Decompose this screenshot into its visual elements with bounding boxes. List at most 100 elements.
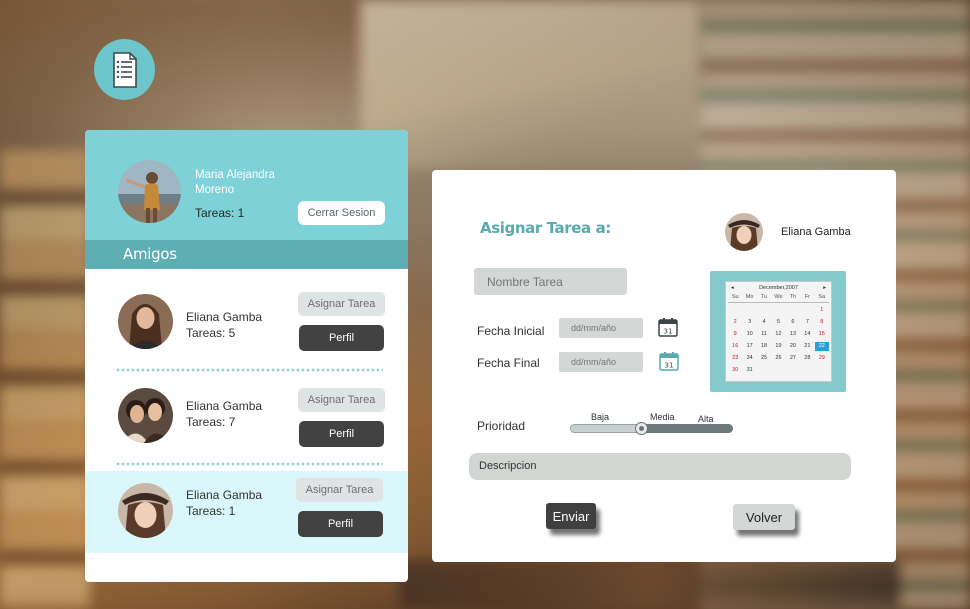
weekday-header: Fr	[800, 293, 815, 303]
priority-label: Prioridad	[477, 419, 526, 433]
end-date-calendar-icon[interactable]: 31	[659, 351, 679, 371]
day-cell[interactable]: 23	[728, 354, 742, 363]
date-grid: Su Mo Tu We Th Fr Sa 1 2 3 4 5 6 7 8 9 10 11 12 13 14 15 16 17 1…	[726, 293, 831, 375]
day-cell[interactable]: 15	[815, 330, 829, 339]
weekday-header: Mo	[742, 293, 757, 303]
friend-avatar[interactable]	[118, 388, 173, 443]
send-button[interactable]: Enviar	[546, 503, 596, 529]
next-month-button[interactable]: ▸	[823, 285, 826, 291]
weekday-header: Th	[785, 293, 801, 303]
friend-task-count: Tareas: 7	[186, 415, 236, 429]
start-date-input[interactable]	[559, 318, 643, 338]
end-date-input[interactable]	[559, 352, 643, 372]
day-cell[interactable]: 19	[771, 342, 785, 351]
priority-high-label: Alta	[698, 414, 714, 424]
day-cell[interactable]: 8	[815, 318, 829, 327]
day-cell[interactable]: 11	[757, 330, 771, 339]
friend-name: Eliana Gamba	[186, 488, 263, 502]
day-cell[interactable]: 25	[757, 354, 771, 363]
friend-item-selected: Eliana Gamba Tareas: 1 Asignar Tarea Per…	[85, 471, 408, 553]
empty-day-cell	[771, 306, 785, 315]
app-logo[interactable]	[94, 39, 155, 100]
date-picker[interactable]: ◂ December,2007 ▸ Su Mo Tu We Th Fr Sa 1 2 3 4 5 6 7 8…	[725, 281, 832, 382]
friend-item: Eliana Gamba Tareas: 7 Asignar Tarea Per…	[85, 376, 408, 458]
assign-task-title: Asignar Tarea a:	[480, 219, 611, 237]
user-panel: Maria Alejandra Moreno Tareas: 1 Cerrar …	[85, 130, 408, 582]
current-user-avatar[interactable]	[118, 160, 181, 223]
empty-day-cell	[757, 306, 771, 315]
back-button[interactable]: Volver	[733, 504, 795, 530]
empty-day-cell	[786, 306, 800, 315]
date-picker-frame: ◂ December,2007 ▸ Su Mo Tu We Th Fr Sa 1 2 3 4 5 6 7 8…	[710, 271, 846, 392]
selected-day-cell[interactable]: 22	[814, 342, 829, 351]
weekday-header: We	[771, 293, 786, 303]
prev-month-button[interactable]: ◂	[731, 285, 734, 291]
current-user-name: Maria Alejandra Moreno	[195, 169, 275, 196]
start-date-calendar-icon[interactable]: 31	[658, 317, 678, 337]
assign-task-button[interactable]: Asignar Tarea	[296, 478, 383, 502]
day-cell[interactable]: 9	[728, 330, 742, 339]
priority-slider-fill	[641, 424, 733, 433]
svg-text:31: 31	[664, 328, 673, 336]
day-cell[interactable]: 3	[742, 318, 756, 327]
start-date-label: Fecha Inicial	[477, 324, 545, 338]
profile-button[interactable]: Perfil	[298, 511, 383, 537]
end-date-label: Fecha Final	[477, 356, 540, 370]
day-cell[interactable]: 21	[800, 342, 814, 351]
friend-task-count: Tareas: 1	[186, 504, 236, 518]
friend-name: Eliana Gamba	[186, 310, 263, 324]
assign-task-panel: Asignar Tarea a: Eliana Gamba Fecha Inic…	[432, 170, 896, 562]
priority-medium-label: Media	[650, 412, 675, 422]
weekday-header: Sa	[814, 293, 829, 303]
target-user-name: Eliana Gamba	[781, 226, 851, 238]
day-cell[interactable]: 12	[771, 330, 785, 339]
target-user-avatar[interactable]	[725, 213, 763, 251]
profile-button[interactable]: Perfil	[299, 421, 384, 447]
day-cell[interactable]: 29	[815, 354, 829, 363]
task-list-icon	[112, 51, 137, 88]
assign-task-button[interactable]: Asignar Tarea	[298, 292, 385, 316]
friend-item: Eliana Gamba Tareas: 5 Asignar Tarea Per…	[85, 280, 408, 362]
day-cell[interactable]: 1	[815, 306, 829, 315]
day-cell[interactable]: 18	[757, 342, 771, 351]
priority-low-label: Baja	[591, 412, 610, 422]
task-name-input[interactable]	[474, 268, 627, 295]
weekday-header: Tu	[756, 293, 772, 303]
list-divider	[116, 368, 383, 372]
svg-text:31: 31	[665, 362, 674, 370]
day-cell[interactable]: 2	[728, 318, 742, 327]
day-cell[interactable]: 14	[800, 330, 814, 339]
assign-task-button[interactable]: Asignar Tarea	[298, 388, 385, 412]
friend-avatar[interactable]	[118, 294, 173, 349]
day-cell[interactable]: 4	[757, 318, 771, 327]
priority-slider-handle[interactable]	[635, 422, 648, 435]
friend-name: Eliana Gamba	[186, 399, 263, 413]
profile-header: Maria Alejandra Moreno Tareas: 1 Cerrar …	[85, 130, 408, 240]
description-field[interactable]: Descripcion	[469, 453, 851, 480]
day-cell[interactable]: 28	[800, 354, 814, 363]
list-divider	[116, 462, 383, 466]
day-cell[interactable]: 7	[800, 318, 814, 327]
day-cell[interactable]: 24	[742, 354, 756, 363]
day-cell[interactable]: 27	[786, 354, 800, 363]
day-cell[interactable]: 5	[771, 318, 785, 327]
logout-button[interactable]: Cerrar Sesion	[298, 201, 385, 225]
day-cell[interactable]: 17	[742, 342, 756, 351]
day-cell[interactable]: 20	[786, 342, 800, 351]
empty-day-cell	[800, 306, 814, 315]
month-label: December,2007	[759, 284, 798, 291]
day-cell[interactable]: 30	[728, 366, 742, 375]
day-cell[interactable]: 16	[728, 342, 742, 351]
weekday-header: Su	[728, 293, 743, 303]
day-cell[interactable]: 13	[786, 330, 800, 339]
empty-day-cell	[728, 306, 742, 315]
priority-slider[interactable]	[570, 422, 733, 435]
day-cell[interactable]: 26	[771, 354, 785, 363]
empty-day-cell	[742, 306, 756, 315]
day-cell[interactable]: 6	[786, 318, 800, 327]
profile-button[interactable]: Perfil	[299, 325, 384, 351]
day-cell[interactable]: 10	[742, 330, 756, 339]
day-cell[interactable]: 31	[742, 366, 756, 375]
friends-section-title: Amigos	[85, 240, 408, 269]
friend-avatar[interactable]	[118, 483, 173, 538]
